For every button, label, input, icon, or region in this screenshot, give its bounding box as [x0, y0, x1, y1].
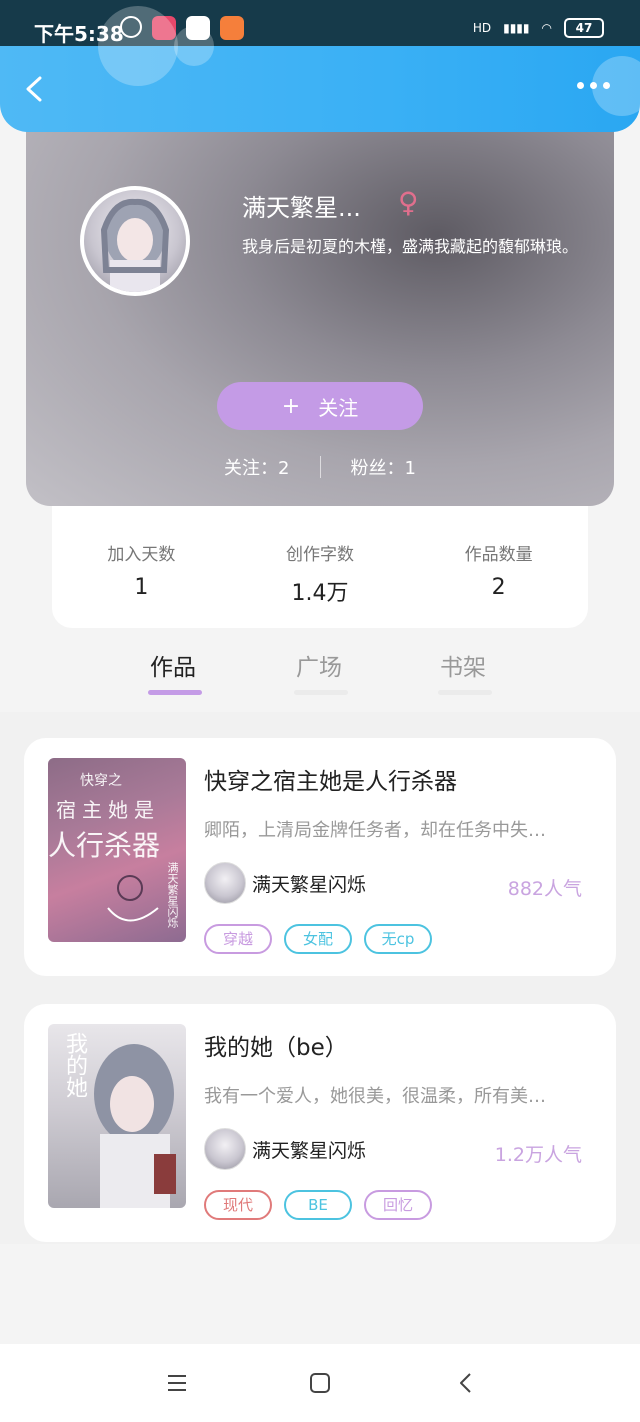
work-tags: 现代 BE 回忆 [204, 1190, 432, 1220]
profile-bio: 我身后是初夏的木槿，盛满我藏起的馥郁琳琅。 [242, 237, 579, 256]
work-title[interactable]: 我的她（be） [204, 1028, 348, 1062]
work-tags: 穿越 女配 无cp [204, 924, 432, 954]
decor-bubble [98, 6, 178, 86]
tag[interactable]: 回忆 [364, 1190, 432, 1220]
home-icon[interactable] [309, 1372, 331, 1394]
author-avatar [204, 862, 246, 904]
tag[interactable]: 现代 [204, 1190, 272, 1220]
stat-value: 2 [491, 575, 506, 600]
cover-rose-illustration [107, 875, 159, 922]
work-author[interactable]: 满天繁星闪烁 [204, 1128, 366, 1170]
tag[interactable]: 无cp [364, 924, 432, 954]
stat-label: 作品数量 [464, 545, 533, 565]
female-gender-icon: ♀ [398, 186, 419, 219]
author-name: 满天繁星闪烁 [252, 873, 367, 896]
profile-tabs: 作品 广场 书架 [0, 628, 640, 712]
follow-button[interactable]: + 关注 [217, 382, 423, 430]
work-popularity: 1.2万人气 [494, 1144, 582, 1166]
shopping-app-icon [220, 16, 244, 40]
work-author[interactable]: 满天繁星闪烁 [204, 862, 366, 904]
dot-icon [590, 82, 597, 89]
tab-square[interactable]: 广场 [296, 648, 342, 682]
work-cover-image[interactable]: 我的她 [48, 1024, 186, 1208]
work-card[interactable]: 我的她 我的她（be） 我有一个爱人，她很美，很温柔，所有美… 满天繁星闪烁 1… [24, 1004, 616, 1242]
stats-card: 加入天数 1 创作字数 1.4万 作品数量 2 [52, 506, 588, 628]
author-name: 满天繁星闪烁 [252, 1139, 367, 1162]
top-nav-bar [0, 6, 640, 132]
work-popularity: 882人气 [507, 878, 582, 900]
fans-count[interactable]: 粉丝：1 [351, 454, 416, 480]
work-description: 我有一个爱人，她很美，很温柔，所有美… [204, 1086, 546, 1107]
tab-square-underline [294, 690, 348, 695]
following-count[interactable]: 关注：2 [224, 454, 289, 480]
stat-works-count: 作品数量 2 [410, 506, 587, 628]
hd-signal-label: HD [472, 21, 492, 35]
follow-stats: 关注：2 粉丝：1 [26, 454, 614, 480]
tag[interactable]: 女配 [284, 924, 352, 954]
tag[interactable]: BE [284, 1190, 352, 1220]
stat-label: 加入天数 [107, 545, 176, 565]
stat-label: 创作字数 [285, 545, 354, 565]
follow-button-label: 关注 [318, 395, 359, 420]
battery-level: 47 [575, 21, 593, 35]
tag[interactable]: 穿越 [204, 924, 272, 954]
dot-icon [603, 82, 610, 89]
divider [319, 456, 321, 478]
wifi-icon: ◠ [541, 21, 552, 35]
stat-word-count: 创作字数 1.4万 [232, 506, 409, 628]
cover-girl-illustration [94, 1044, 176, 1208]
work-description: 卿陌，上清局金牌任务者，却在任务中失… [204, 820, 546, 841]
tab-works-underline [148, 690, 202, 695]
battery-icon: 47 [564, 18, 604, 38]
tab-bookshelf-underline [438, 690, 492, 695]
work-cover-image[interactable]: 快穿之 宿主她是 人行杀器 满天繁星闪烁 [48, 758, 186, 942]
signal-icon: ▮▮▮▮ [503, 21, 530, 35]
decor-bubble [174, 26, 214, 66]
tab-bookshelf[interactable]: 书架 [440, 648, 486, 682]
system-back-icon[interactable] [455, 1372, 477, 1394]
back-button[interactable] [22, 76, 48, 102]
profile-header-card: 满天繁星... ♀ 我身后是初夏的木槿，盛满我藏起的馥郁琳琅。 + 关注 关注：… [26, 120, 614, 506]
work-card[interactable]: 快穿之 宿主她是 人行杀器 满天繁星闪烁 快穿之宿主她是人行杀器 卿陌，上清局金… [24, 738, 616, 976]
status-indicators: HD ▮▮▮▮ ◠ 47 [473, 18, 604, 38]
author-avatar [204, 1128, 246, 1170]
stat-join-days: 加入天数 1 [53, 506, 230, 628]
avatar-illustration [100, 198, 170, 292]
profile-avatar[interactable] [80, 186, 190, 296]
stat-value: 1.4万 [291, 581, 349, 606]
works-list: 快穿之 宿主她是 人行杀器 满天繁星闪烁 快穿之宿主她是人行杀器 卿陌，上清局金… [0, 712, 640, 1244]
work-title[interactable]: 快穿之宿主她是人行杀器 [204, 762, 457, 796]
profile-name: 满天繁星... [242, 194, 361, 222]
stat-value: 1 [134, 575, 149, 600]
dot-icon [577, 82, 584, 89]
more-options-button[interactable] [577, 82, 610, 89]
menu-icon[interactable] [166, 1372, 188, 1394]
tab-works[interactable]: 作品 [150, 648, 196, 682]
plus-icon: + [281, 393, 301, 419]
system-navigation-bar [0, 1344, 640, 1422]
